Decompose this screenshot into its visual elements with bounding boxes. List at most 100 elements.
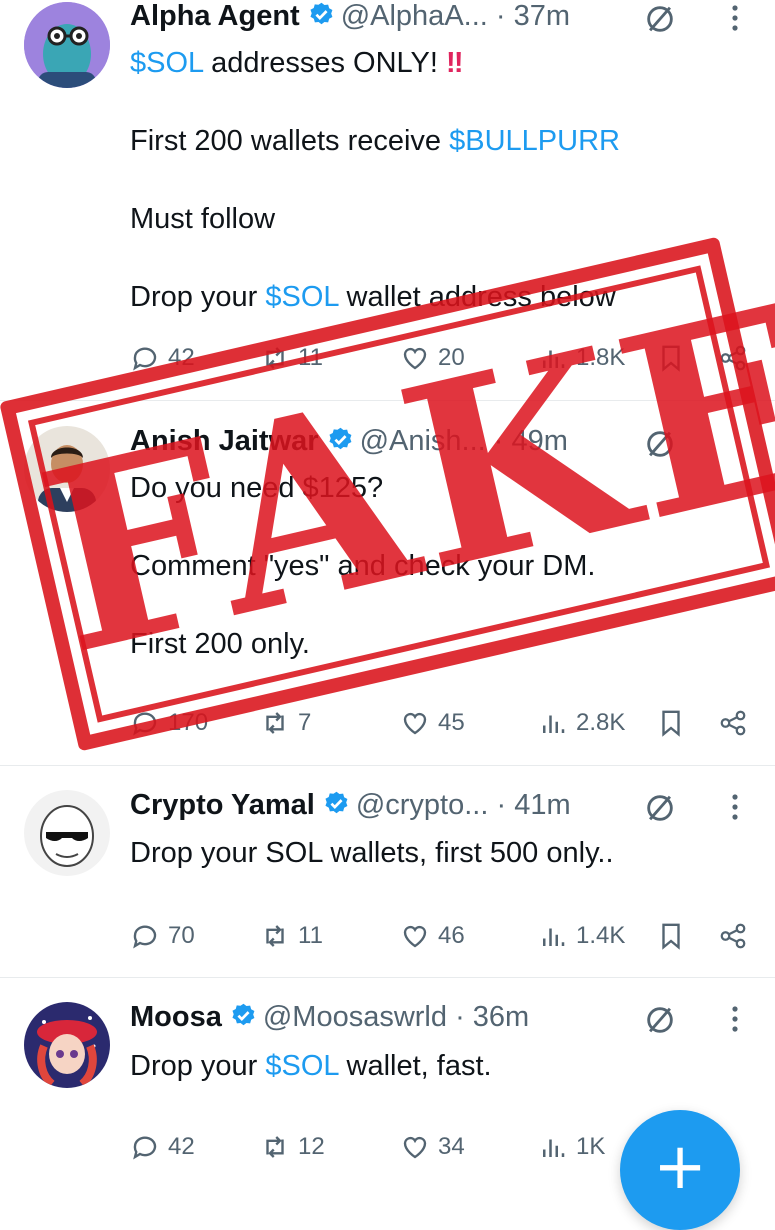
like-button[interactable]: 45: [400, 703, 465, 743]
repost-button[interactable]: 11: [260, 916, 323, 956]
verified-badge-icon: [310, 2, 333, 25]
author-handle[interactable]: @Anish...: [360, 425, 486, 457]
compose-button[interactable]: +: [620, 1110, 740, 1230]
more-icon[interactable]: [725, 789, 745, 825]
repost-button[interactable]: 11: [260, 338, 323, 378]
timestamp[interactable]: 37m: [514, 0, 570, 32]
text-part: Drop your: [130, 281, 266, 313]
like-icon: [403, 347, 427, 370]
reply-button[interactable]: 170: [130, 703, 208, 743]
like-count: 45: [438, 709, 465, 736]
reply-count: 42: [168, 344, 195, 371]
tweet-line: $SOL addresses ONLY! ‼: [130, 44, 745, 82]
views-icon: [543, 928, 565, 946]
more-icon[interactable]: [725, 1001, 745, 1037]
author-handle[interactable]: @crypto...: [356, 789, 489, 821]
tweet-text: $SOL addresses ONLY! ‼ First 200 wallets…: [130, 44, 745, 316]
author-name[interactable]: Alpha Agent: [130, 0, 300, 32]
tweet[interactable]: Alpha Agent @AlphaA... · 37m $SOL address…: [0, 0, 775, 401]
views-button[interactable]: 2.8K: [538, 703, 625, 743]
share-button[interactable]: [718, 338, 748, 378]
tweet-text: Do you need $125? Comment "yes" and chec…: [130, 469, 745, 663]
separator: ·: [495, 0, 506, 32]
cashtag-link[interactable]: $SOL: [130, 47, 203, 79]
reply-count: 42: [168, 1133, 195, 1160]
author-name[interactable]: Crypto Yamal: [130, 789, 315, 821]
like-button[interactable]: 46: [400, 916, 465, 956]
repost-icon: [266, 347, 284, 369]
tweet[interactable]: Crypto Yamal @crypto... · 41m Drop your S…: [0, 765, 775, 978]
avatar[interactable]: [24, 426, 110, 512]
tweet-line: Comment "yes" and check your DM.: [130, 547, 745, 585]
bookmark-icon: [662, 923, 680, 950]
verified-badge-icon: [232, 1003, 255, 1026]
like-icon: [403, 712, 427, 735]
bookmark-button[interactable]: [656, 703, 686, 743]
cashtag-link[interactable]: $SOL: [265, 281, 338, 313]
tweet[interactable]: Anish Jaitwar @Anish... · 49m Do you need…: [0, 400, 775, 766]
repost-button[interactable]: 12: [260, 1127, 325, 1167]
tweet-text: Drop your SOL wallets, first 500 only..: [130, 834, 745, 872]
views-button[interactable]: 1.4K: [538, 916, 625, 956]
avatar[interactable]: [24, 2, 110, 88]
more-icon[interactable]: [725, 0, 745, 36]
tweet-actions: 170 7 45 2.8K: [130, 703, 750, 743]
tweet-line: First 200 only.: [130, 625, 745, 663]
author-handle[interactable]: @Moosaswrld: [263, 1001, 447, 1033]
reply-button[interactable]: 42: [130, 338, 195, 378]
text-part: First 200 only.: [130, 628, 310, 660]
views-button[interactable]: 1.8K: [538, 338, 625, 378]
avatar[interactable]: [24, 790, 110, 876]
text-part: Comment "yes" and check your DM.: [130, 550, 596, 582]
reply-icon: [133, 347, 157, 371]
reply-icon: [133, 925, 157, 949]
author-name[interactable]: Anish Jaitwar: [130, 425, 319, 457]
avatar[interactable]: [24, 1002, 110, 1088]
reply-button[interactable]: 70: [130, 916, 195, 956]
author-name[interactable]: Moosa: [130, 1001, 222, 1033]
timestamp[interactable]: 49m: [512, 425, 568, 457]
tweet-line: Drop your $SOL wallet, fast.: [130, 1047, 745, 1085]
share-button[interactable]: [718, 916, 748, 956]
tweet-line: First 200 wallets receive $BULLPURR: [130, 122, 745, 160]
text-part: Drop your: [130, 1050, 266, 1082]
grok-icon[interactable]: [643, 2, 677, 36]
like-button[interactable]: 20: [400, 338, 465, 378]
reply-icon: [133, 1136, 157, 1160]
text-part: Must follow: [130, 203, 276, 235]
verified-badge-icon: [325, 791, 348, 814]
verified-badge-icon: [329, 427, 351, 450]
timestamp[interactable]: 41m: [514, 789, 570, 821]
cashtag-link[interactable]: $SOL: [265, 1050, 338, 1082]
grok-icon[interactable]: [643, 791, 677, 825]
share-button[interactable]: [718, 703, 748, 743]
views-icon: [543, 1139, 565, 1157]
tweet-actions: 70 11 46 1.4K: [130, 916, 750, 956]
bookmark-icon: [662, 345, 680, 372]
reply-button[interactable]: 42: [130, 1127, 195, 1167]
views-icon: [543, 350, 565, 368]
tweet-line: Must follow: [130, 200, 745, 238]
repost-button[interactable]: 7: [260, 703, 311, 743]
double-exclamation-emoji: ‼: [445, 47, 464, 79]
views-icon: [543, 715, 565, 733]
tweet-actions: 42 11 20 1.8K: [130, 338, 750, 378]
author-handle[interactable]: @AlphaA...: [341, 0, 488, 32]
cashtag-link[interactable]: $BULLPURR: [449, 125, 620, 157]
repost-count: 11: [298, 922, 323, 949]
grok-icon[interactable]: [643, 1003, 677, 1037]
bookmark-button[interactable]: [656, 916, 686, 956]
bookmark-button[interactable]: [656, 338, 686, 378]
grok-icon[interactable]: [643, 427, 677, 461]
like-icon: [403, 1136, 427, 1159]
views-button[interactable]: 1K: [538, 1127, 605, 1167]
timestamp[interactable]: 36m: [473, 1001, 529, 1033]
repost-icon: [266, 1136, 284, 1158]
repost-icon: [266, 712, 284, 734]
text-part: First 200 wallets receive: [130, 125, 450, 157]
reply-count: 70: [168, 922, 195, 949]
like-button[interactable]: 34: [400, 1127, 465, 1167]
text-part: wallet, fast.: [338, 1050, 492, 1082]
repost-count: 11: [298, 344, 323, 371]
text-part: Drop your SOL wallets, first 500 only..: [130, 837, 614, 869]
